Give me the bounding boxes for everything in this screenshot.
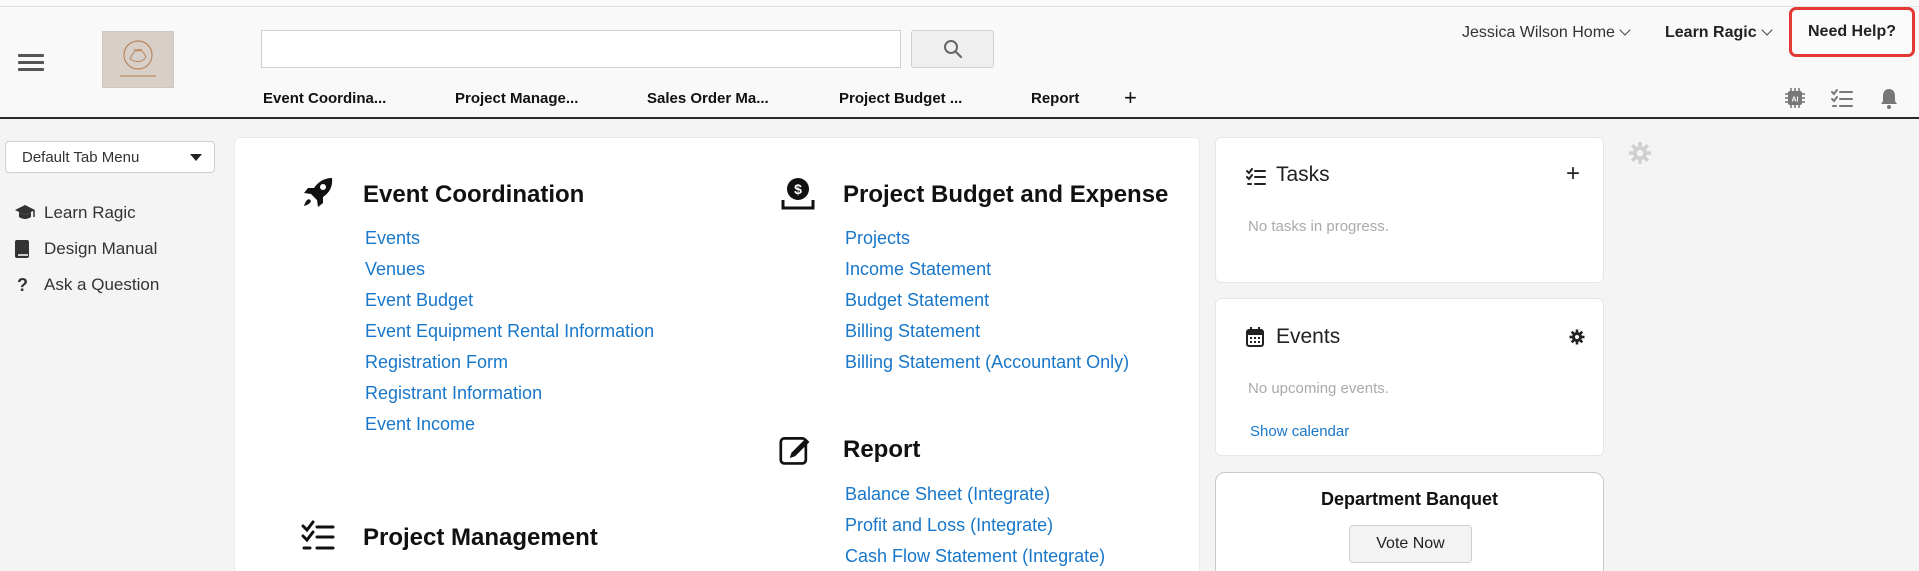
link-billing-statement[interactable]: Billing Statement	[845, 320, 1175, 343]
link-projects[interactable]: Projects	[845, 227, 1175, 250]
sidebar-item-ask-question[interactable]: ? Ask a Question	[14, 275, 159, 295]
section-title-event-coordination: Event Coordination	[363, 181, 585, 208]
add-tab-icon[interactable]: +	[1124, 87, 1137, 109]
events-empty-message: No upcoming events.	[1248, 380, 1389, 397]
events-title: Events	[1276, 325, 1341, 348]
tasks-widget: Tasks + No tasks in progress.	[1215, 137, 1604, 283]
event-coordination-links: Events Venues Event Budget Event Equipme…	[365, 227, 655, 444]
link-event-income[interactable]: Event Income	[365, 413, 655, 436]
top-header: Event Coordina... Project Manage... Sale…	[0, 0, 1919, 119]
section-title-project-management: Project Management	[363, 524, 598, 551]
events-settings-gear-icon[interactable]	[1569, 329, 1585, 345]
link-registrant-information[interactable]: Registrant Information	[365, 382, 655, 405]
module-tabs: Event Coordina... Project Manage... Sale…	[263, 86, 1137, 110]
company-logo[interactable]	[102, 31, 174, 88]
link-event-budget[interactable]: Event Budget	[365, 289, 655, 312]
money-bag-icon: $	[781, 178, 815, 210]
sidebar-item-label: Learn Ragic	[44, 203, 136, 222]
svg-text:$: $	[794, 181, 802, 197]
ai-chip-icon[interactable]: AI	[1783, 86, 1807, 110]
svg-text:AI: AI	[1792, 97, 1799, 104]
top-divider	[0, 6, 1919, 7]
section-title-report: Report	[843, 436, 921, 463]
show-calendar-link[interactable]: Show calendar	[1250, 423, 1349, 440]
tab-sales-order[interactable]: Sales Order Ma...	[647, 90, 839, 107]
user-home-label: Jessica Wilson Home	[1462, 24, 1615, 41]
question-icon: ?	[17, 274, 28, 295]
link-event-equipment-rental[interactable]: Event Equipment Rental Information	[365, 320, 655, 343]
tab-project-management[interactable]: Project Manage...	[455, 90, 647, 107]
edit-icon	[779, 437, 810, 465]
learn-ragic-menu[interactable]: Learn Ragic	[1665, 24, 1773, 42]
chevron-down-icon	[1619, 24, 1631, 36]
tab-project-budget[interactable]: Project Budget ...	[839, 90, 1031, 107]
section-title-project-budget: Project Budget and Expense	[843, 181, 1169, 208]
link-budget-statement[interactable]: Budget Statement	[845, 289, 1175, 312]
calendar-icon	[1246, 327, 1264, 347]
logo-emblem	[120, 39, 156, 77]
link-events[interactable]: Events	[365, 227, 655, 250]
link-registration-form[interactable]: Registration Form	[365, 351, 655, 374]
tab-event-coordination[interactable]: Event Coordina...	[263, 90, 455, 107]
task-list-icon[interactable]	[1830, 86, 1854, 110]
search-icon	[943, 40, 962, 59]
tab-menu-dropdown[interactable]: Default Tab Menu	[5, 141, 215, 173]
tasks-empty-message: No tasks in progress.	[1248, 218, 1389, 235]
checklist-icon	[301, 520, 335, 550]
need-help-button[interactable]: Need Help?	[1789, 7, 1915, 57]
hamburger-menu-icon[interactable]	[18, 54, 44, 72]
user-home-menu[interactable]: Jessica Wilson Home	[1462, 24, 1631, 42]
rocket-icon	[304, 178, 333, 207]
department-banquet-widget: Department Banquet Vote Now	[1215, 472, 1604, 571]
learn-ragic-label: Learn Ragic	[1665, 24, 1757, 41]
notification-bell-icon[interactable]	[1877, 86, 1901, 110]
page-settings-gear-icon[interactable]	[1628, 141, 1652, 165]
sidebar-item-label: Design Manual	[44, 239, 158, 258]
book-icon	[15, 240, 29, 258]
link-billing-statement-accountant[interactable]: Billing Statement (Accountant Only)	[845, 351, 1175, 374]
dropdown-arrow-icon	[190, 154, 202, 161]
link-venues[interactable]: Venues	[365, 258, 655, 281]
link-income-statement[interactable]: Income Statement	[845, 258, 1175, 281]
link-balance-sheet[interactable]: Balance Sheet (Integrate)	[845, 483, 1175, 506]
chevron-down-icon	[1760, 24, 1773, 36]
report-links: Balance Sheet (Integrate) Profit and Los…	[845, 483, 1175, 571]
search-button[interactable]	[911, 30, 994, 68]
link-cash-flow-statement[interactable]: Cash Flow Statement (Integrate)	[845, 545, 1175, 568]
link-profit-and-loss[interactable]: Profit and Loss (Integrate)	[845, 514, 1175, 537]
sidebar-item-design-manual[interactable]: Design Manual	[14, 239, 157, 259]
graduation-cap-icon	[15, 205, 35, 219]
tab-menu-value: Default Tab Menu	[22, 148, 140, 166]
search-input[interactable]	[261, 30, 901, 68]
tasks-title: Tasks	[1276, 163, 1330, 186]
sidebar-item-label: Ask a Question	[44, 275, 160, 294]
add-task-icon[interactable]: +	[1566, 160, 1580, 188]
vote-now-button[interactable]: Vote Now	[1349, 525, 1472, 563]
tab-report[interactable]: Report	[1031, 90, 1124, 107]
sidebar-item-learn-ragic[interactable]: Learn Ragic	[14, 203, 136, 223]
banquet-title: Department Banquet	[1320, 489, 1499, 509]
project-budget-links: Projects Income Statement Budget Stateme…	[845, 227, 1175, 382]
events-widget: Events No upcoming events. Show calendar	[1215, 298, 1604, 456]
task-list-icon	[1246, 168, 1266, 185]
